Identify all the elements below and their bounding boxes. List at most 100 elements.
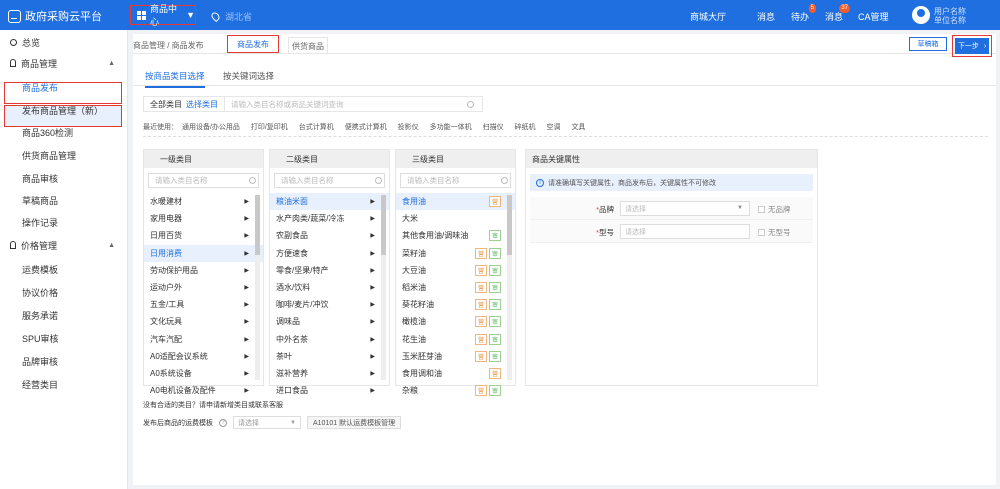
list-item[interactable]: 中外名茶 ▶ xyxy=(270,331,389,348)
list-item[interactable]: 水暖建材 ▶ xyxy=(144,193,263,210)
recent-item[interactable]: 台式计算机 xyxy=(299,124,334,131)
list-item[interactable]: 酒水/饮料 ▶ xyxy=(270,279,389,296)
drafts-button[interactable]: 草稿箱 xyxy=(909,37,947,51)
recent-item[interactable]: 通用设备/办公用品 xyxy=(182,124,240,131)
sidebar-item-drafts[interactable]: 草稿商品 xyxy=(0,190,127,210)
nav-mall[interactable]: 商城大厅 xyxy=(690,10,726,23)
list-item[interactable]: 文化玩具 ▶ xyxy=(144,313,263,330)
list-item[interactable]: 家用电器 ▶ xyxy=(144,210,263,227)
column-search-input[interactable]: 请输入类目名称 xyxy=(148,173,259,188)
select-category-link[interactable]: 选择类目 xyxy=(186,99,218,110)
list-item[interactable]: 劳动保护用品 ▶ xyxy=(144,262,263,279)
sidebar-item-label: 商品管理 xyxy=(21,58,58,69)
no-model-checkbox[interactable]: 无型号 xyxy=(758,227,791,238)
breadcrumb-item[interactable]: 商品管理 xyxy=(133,40,165,51)
search-input[interactable]: 请输入类目名称或商品关键词查询 xyxy=(225,99,467,110)
list-item[interactable]: A0电机设备及配件 ▶ xyxy=(144,382,263,399)
list-item[interactable]: 调味品 ▶ xyxy=(270,313,389,330)
column-search-input[interactable]: 请输入类目名称 xyxy=(400,173,511,188)
sidebar-item-category[interactable]: 经营类目 xyxy=(0,374,127,394)
list-item[interactable]: 零食/坚果/特产 ▶ xyxy=(270,262,389,279)
sidebar-group-price[interactable]: 价格管理 ▲ xyxy=(0,235,127,255)
list-item-selected[interactable]: 食用油 营 xyxy=(396,193,515,211)
page-tabs: 商品管理 / 商品发布 商品发布 供货商品 草稿箱 下一步 › xyxy=(133,34,996,57)
nav-message[interactable]: 消息 37 xyxy=(825,4,851,23)
subtab-by-keyword[interactable]: 按关键词选择 xyxy=(223,70,274,82)
list-item[interactable]: 农副食品 ▶ xyxy=(270,227,389,244)
freight-select[interactable]: 请选择 ▼ xyxy=(233,416,301,429)
list-item[interactable]: 运动户外 ▶ xyxy=(144,279,263,296)
tab-supply[interactable]: 供货商品 xyxy=(288,37,328,54)
list-item[interactable]: 菜籽油 营审 xyxy=(396,245,515,262)
next-button[interactable]: 下一步 › xyxy=(955,38,989,54)
list-item[interactable]: 滋补营养 ▶ xyxy=(270,365,389,382)
list-item[interactable]: 食用调和油 营 xyxy=(396,365,515,382)
help-icon[interactable]: ? xyxy=(219,418,227,427)
list-item[interactable]: 五金/工具 ▶ xyxy=(144,296,263,313)
sidebar-item-spu[interactable]: SPU审核 xyxy=(0,328,127,348)
list-item[interactable]: 花生油 营审 xyxy=(396,331,515,348)
recent-item[interactable]: 碎纸机 xyxy=(515,124,536,131)
subtab-by-category[interactable]: 按商品类目选择 xyxy=(145,70,205,88)
tab-publish[interactable]: 商品发布 xyxy=(227,35,279,53)
module-switcher[interactable]: 商品中心 ▼ xyxy=(130,4,196,27)
sidebar-item-log[interactable]: 操作记录 xyxy=(0,212,127,232)
recent-item[interactable]: 多功能一体机 xyxy=(430,124,472,131)
breadcrumb-item[interactable]: 商品发布 xyxy=(172,40,204,51)
recent-item[interactable]: 扫描仪 xyxy=(483,124,504,131)
nav-notice[interactable]: 消息 xyxy=(757,10,775,23)
brand-select[interactable]: 请选择 ▼ xyxy=(620,201,750,216)
recent-item[interactable]: 便携式计算机 xyxy=(345,124,387,131)
scrollbar[interactable] xyxy=(507,195,512,380)
model-select-placeholder: 请选择 xyxy=(625,228,646,236)
caret-right-icon: ▶ xyxy=(244,250,249,257)
scrollbar[interactable] xyxy=(255,195,260,380)
list-item[interactable]: 其他食用油/调味油 审 xyxy=(396,227,515,244)
user-menu[interactable]: 用户名称 单位名称 xyxy=(934,7,966,25)
sidebar-item-brand[interactable]: 品牌审核 xyxy=(0,351,127,371)
recent-item[interactable]: 空调 xyxy=(546,124,560,131)
sidebar-item-freight[interactable]: 运费模板 xyxy=(0,259,127,279)
recent-item[interactable]: 投影仪 xyxy=(398,124,419,131)
list-item[interactable]: 稻米油 营审 xyxy=(396,279,515,296)
list-item[interactable]: 大豆油 营审 xyxy=(396,262,515,279)
sidebar-item-check360[interactable]: 商品360检测 xyxy=(0,122,127,142)
scrollbar[interactable] xyxy=(381,195,386,380)
nav-ca[interactable]: CA管理 xyxy=(858,10,889,23)
freight-template-button[interactable]: A10101 默认运费模板管理 xyxy=(307,416,402,429)
list-item[interactable]: 橄榄油 营审 xyxy=(396,313,515,330)
list-item[interactable]: 茶叶 ▶ xyxy=(270,348,389,365)
avatar[interactable] xyxy=(912,6,930,24)
list-item[interactable]: 葵花籽油 营审 xyxy=(396,296,515,313)
list-item[interactable]: 日用百货 ▶ xyxy=(144,227,263,244)
model-select[interactable]: 请选择 xyxy=(620,224,750,239)
region-selector[interactable]: 湖北省 xyxy=(209,10,252,23)
column-search-input[interactable]: 请输入类目名称 xyxy=(274,173,385,188)
sidebar-item-publish-manage[interactable]: 发布商品管理（新） xyxy=(0,100,127,120)
sidebar-group-product[interactable]: 商品管理 ▲ xyxy=(0,53,127,73)
list-item[interactable]: A0适配会议系统 ▶ xyxy=(144,348,263,365)
nav-todo[interactable]: 待办 5 xyxy=(791,4,817,23)
recent-item[interactable]: 打印/复印机 xyxy=(251,124,288,131)
list-item-selected[interactable]: 粮油米面 ▶ xyxy=(270,193,389,211)
list-item[interactable]: 咖啡/麦片/冲饮 ▶ xyxy=(270,296,389,313)
search-icon[interactable] xyxy=(467,100,474,108)
list-item[interactable]: 进口食品 ▶ xyxy=(270,382,389,399)
list-item[interactable]: 方便速食 ▶ xyxy=(270,245,389,262)
list-item[interactable]: 大米 xyxy=(396,210,515,227)
sidebar-item-review[interactable]: 商品审核 xyxy=(0,168,127,188)
sidebar-item-overview[interactable]: 总览 xyxy=(0,32,127,52)
recent-item[interactable]: 文具 xyxy=(571,124,585,131)
list-item[interactable]: 水产肉类/蔬菜/冷冻 ▶ xyxy=(270,210,389,227)
sidebar-item-supply[interactable]: 供货商品管理 xyxy=(0,145,127,165)
list-item[interactable]: 玉米胚芽油 营审 xyxy=(396,348,515,365)
list-item[interactable]: 杂粮 营审 xyxy=(396,382,515,399)
app-logo[interactable]: 政府采购云平台 xyxy=(8,8,102,24)
sidebar-item-agreement-price[interactable]: 协议价格 xyxy=(0,282,127,302)
list-item[interactable]: A0系统设备 ▶ xyxy=(144,365,263,382)
sidebar-item-publish[interactable]: 商品发布 xyxy=(0,77,127,97)
list-item[interactable]: 汽车汽配 ▶ xyxy=(144,331,263,348)
sidebar-item-service[interactable]: 服务承诺 xyxy=(0,305,127,325)
list-item-selected[interactable]: 日用消费 ▶ xyxy=(144,244,263,262)
no-brand-checkbox[interactable]: 无品牌 xyxy=(758,204,791,215)
